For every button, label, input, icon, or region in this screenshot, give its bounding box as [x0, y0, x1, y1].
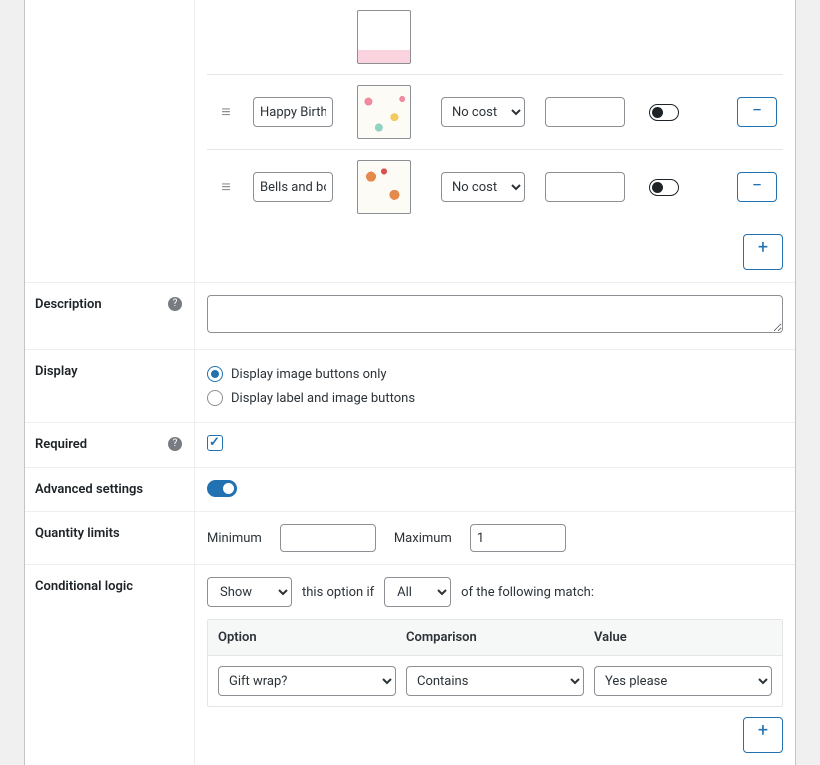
display-image-only-label: Display image buttons only — [231, 367, 387, 382]
description-label: Description — [35, 297, 102, 312]
conditional-qty-select[interactable]: All — [384, 577, 451, 607]
add-condition-button[interactable]: + — [743, 717, 783, 753]
required-checkbox[interactable] — [207, 435, 223, 451]
cost-value-input[interactable] — [545, 172, 625, 202]
conditional-label: Conditional logic — [35, 579, 133, 594]
col-comparison: Comparison — [406, 630, 584, 645]
cost-value-input[interactable] — [545, 97, 625, 127]
option-name-input[interactable] — [253, 172, 333, 202]
maximum-input[interactable] — [470, 524, 566, 552]
conditional-verb-select[interactable]: Show — [207, 577, 292, 607]
add-option-button[interactable]: + — [743, 234, 783, 270]
option-toggle[interactable] — [649, 179, 679, 196]
display-label-image-label: Display label and image buttons — [231, 391, 415, 406]
drag-handle-icon[interactable]: ≡ — [213, 102, 239, 122]
display-label: Display — [35, 364, 78, 379]
condition-option-select[interactable]: Gift wrap? — [218, 666, 396, 696]
remove-option-button[interactable]: − — [737, 97, 777, 127]
display-image-only-radio[interactable] — [207, 366, 223, 382]
option-toggle[interactable] — [649, 104, 679, 121]
description-textarea[interactable] — [207, 295, 783, 333]
condition-comparison-select[interactable]: Contains — [406, 666, 584, 696]
minimum-label: Minimum — [207, 531, 262, 546]
advanced-toggle[interactable] — [207, 480, 237, 497]
option-swatch[interactable] — [357, 160, 411, 214]
maximum-label: Maximum — [394, 531, 452, 546]
required-label: Required — [35, 437, 87, 452]
cost-type-select[interactable]: No cost — [441, 172, 525, 202]
conditional-text: of the following match: — [461, 585, 594, 600]
cost-type-select[interactable]: No cost — [441, 97, 525, 127]
display-label-image-radio[interactable] — [207, 390, 223, 406]
conditional-text: this option if — [302, 585, 374, 600]
option-swatch[interactable] — [357, 10, 411, 64]
quantity-label: Quantity limits — [35, 526, 120, 541]
col-option: Option — [218, 630, 396, 645]
advanced-label: Advanced settings — [35, 482, 143, 497]
drag-handle-icon[interactable]: ≡ — [213, 177, 239, 197]
option-name-input[interactable] — [253, 97, 333, 127]
help-icon[interactable]: ? — [168, 437, 182, 451]
condition-value-select[interactable]: Yes please — [594, 666, 772, 696]
minimum-input[interactable] — [280, 524, 376, 552]
col-value: Value — [594, 630, 772, 645]
option-swatch[interactable] — [357, 85, 411, 139]
help-icon[interactable]: ? — [168, 297, 182, 311]
remove-option-button[interactable]: − — [737, 172, 777, 202]
